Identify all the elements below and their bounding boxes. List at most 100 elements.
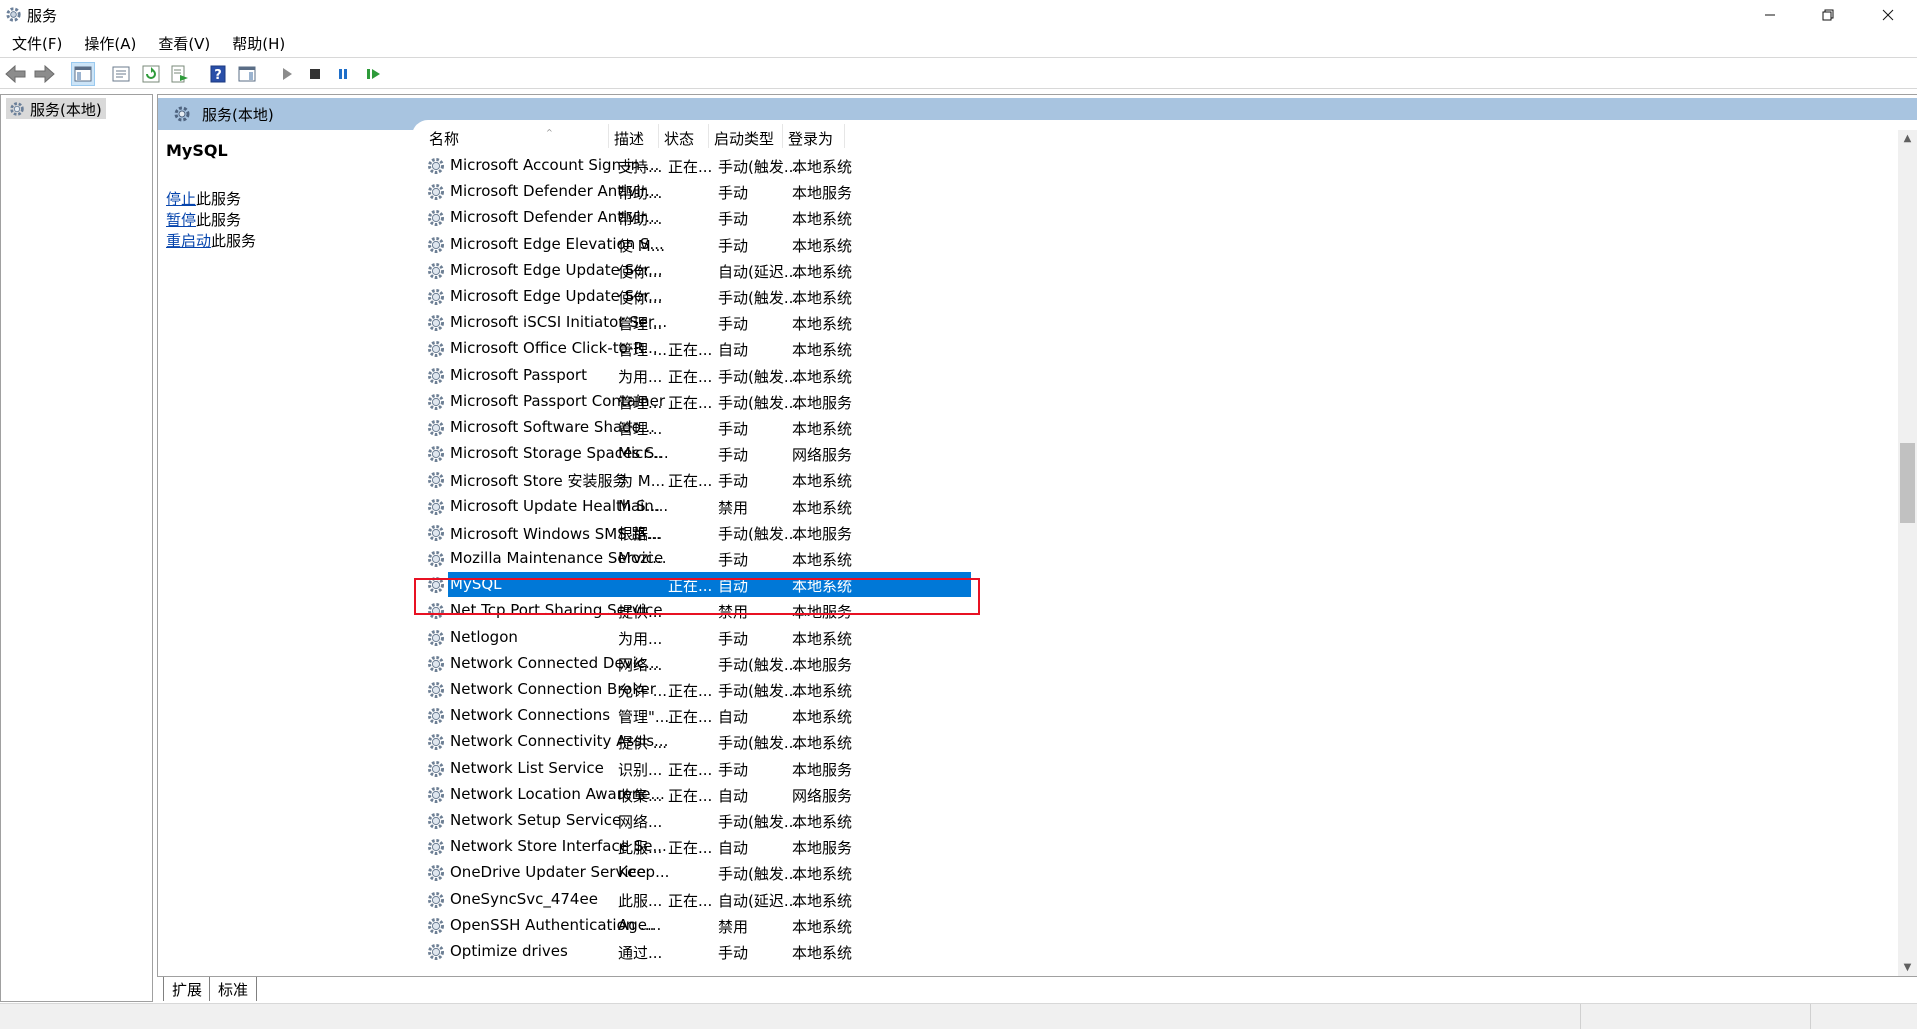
forward-button[interactable]: [32, 62, 56, 86]
table-row[interactable]: Network Connectivity Assis... 提供 ... 手动(触发…: [412, 729, 972, 755]
menu-action[interactable]: 操作(A): [72, 31, 146, 55]
restart-service-button[interactable]: [361, 62, 385, 86]
start-service-button[interactable]: [275, 62, 299, 86]
cell-description: 此服...: [618, 891, 663, 910]
service-gear-icon: [428, 944, 444, 960]
pause-service-suffix: 此服务: [196, 211, 242, 229]
column-separator[interactable]: [782, 124, 783, 148]
cell-description: 管理"...: [618, 708, 670, 727]
column-separator[interactable]: [708, 124, 709, 148]
service-gear-icon: [428, 655, 444, 672]
stop-service-button[interactable]: [303, 62, 327, 86]
cell-description: Main...: [618, 496, 669, 515]
tab-standard[interactable]: 标准: [209, 977, 258, 1001]
cell-logon-as: 本地系统: [792, 498, 853, 517]
pause-service-button[interactable]: [331, 62, 355, 86]
action-pane-button[interactable]: [235, 62, 259, 86]
table-row[interactable]: Microsoft Passport 为用... 正在... 手动(触发... 本地系统: [412, 363, 972, 389]
column-header-logon-as[interactable]: 登录为: [788, 128, 833, 150]
service-gear-icon: [428, 629, 444, 646]
stop-service-link[interactable]: 停止: [166, 190, 196, 208]
column-header-name[interactable]: 名称 ^: [429, 128, 553, 150]
table-row[interactable]: Network List Service 识别... 正在... 手动 本地服务: [412, 756, 972, 782]
refresh-button[interactable]: [139, 62, 163, 86]
menu-file[interactable]: 文件(F): [0, 31, 72, 55]
stop-service-suffix: 此服务: [196, 190, 242, 208]
table-row[interactable]: Microsoft Passport Container 管理... 正在... 手动…: [412, 389, 972, 415]
cell-startup-type: 手动(触发...: [718, 524, 799, 543]
table-row[interactable]: Microsoft iSCSI Initiator Ser... 管理... 手动本…: [412, 310, 972, 336]
service-gear-icon: [428, 786, 444, 803]
table-row[interactable]: Microsoft Software Shado... 管理... 手动 本地系统: [412, 415, 972, 441]
pause-service-link[interactable]: 暂停: [166, 211, 196, 229]
cell-startup-type: 手动(触发...: [718, 734, 799, 753]
cell-startup-type: 手动: [718, 551, 749, 569]
table-row[interactable]: OneDrive Updater Service Keep... 手动(触发... 本…: [412, 860, 972, 886]
service-gear-icon: [428, 262, 444, 279]
table-row[interactable]: Microsoft Edge Elevation S... 使 M... 手动 本地系…: [412, 232, 972, 258]
table-row[interactable]: Microsoft Defender Antivir... 帮助... 手动 本地系统: [412, 205, 972, 231]
column-header-status[interactable]: 状态: [664, 128, 694, 150]
table-row[interactable]: Microsoft Edge Update Ser... 使你... 自动(延迟..…: [412, 258, 972, 284]
table-row[interactable]: Network Connections 管理"... 正在... 自动 本地系统: [412, 703, 972, 729]
show-hide-console-tree-button[interactable]: [71, 62, 95, 86]
cell-startup-type: 手动: [718, 944, 749, 962]
minimize-button[interactable]: [1741, 0, 1799, 29]
cell-logon-as: 本地服务: [792, 760, 853, 779]
table-row[interactable]: Microsoft Defender Antivir... 帮助... 手动 本地服务: [412, 179, 972, 205]
service-gear-icon: [428, 341, 444, 358]
table-row[interactable]: Microsoft Windows SMS 路... 根据... 手动(触发... 本…: [412, 520, 972, 546]
table-row[interactable]: Microsoft Edge Update Ser... 使你... 手动(触发..…: [412, 284, 972, 310]
table-row[interactable]: Network Connection Broker 允许 ... 正在... 手动(触…: [412, 677, 972, 703]
cell-logon-as: 本地服务: [792, 393, 853, 412]
restart-service-icon: [367, 69, 380, 79]
column-separator[interactable]: [844, 124, 845, 148]
table-row[interactable]: Mozilla Maintenance Service Mozi... 手动 本地系统: [412, 546, 972, 572]
scrollbar-thumb[interactable]: [1900, 443, 1915, 523]
close-button[interactable]: [1859, 0, 1917, 29]
cell-status: 正在...: [668, 393, 713, 412]
cell-name: Network Setup Service: [450, 811, 622, 829]
service-gear-icon: [428, 289, 444, 305]
service-gear-icon: [428, 393, 444, 410]
column-separator[interactable]: [658, 124, 659, 148]
column-separator[interactable]: [608, 124, 609, 148]
scroll-down-arrow-icon[interactable]: ▼: [1898, 959, 1917, 976]
menu-view[interactable]: 查看(V): [146, 31, 220, 55]
help-button[interactable]: ?: [206, 62, 230, 86]
column-header-startup-type[interactable]: 启动类型: [714, 128, 774, 150]
restore-button[interactable]: [1799, 0, 1857, 29]
back-button[interactable]: [4, 62, 28, 86]
cell-logon-as: 本地系统: [792, 367, 853, 386]
table-row[interactable]: Microsoft Account Sign-in ... 支持... 正在... 手…: [412, 153, 972, 179]
export-list-button[interactable]: [168, 62, 192, 86]
cell-startup-type: 手动: [718, 472, 749, 491]
cell-startup-type: 手动(触发...: [718, 655, 799, 674]
cell-logon-as: 本地系统: [792, 813, 853, 831]
table-row[interactable]: Network Store Interface Se... 此服... 正在... 自…: [412, 834, 972, 860]
table-row[interactable]: Microsoft Update Health S... Main... 禁用 本地系…: [412, 494, 972, 520]
tab-extended[interactable]: 扩展: [163, 977, 210, 1001]
table-row[interactable]: Network Setup Service 网络... 手动(触发... 本地系统: [412, 808, 972, 834]
stop-service-line: 停止此服务: [166, 188, 241, 209]
table-row[interactable]: OpenSSH Authentication ... Age... 禁用 本地系统: [412, 913, 972, 939]
table-row[interactable]: Network Connected Devic... 网络... 手动(触发... 本…: [412, 651, 972, 677]
cell-logon-as: 网络服务: [792, 446, 853, 465]
table-row[interactable]: Microsoft Storage Spaces S... Micr... 手动 网络…: [412, 441, 972, 467]
vertical-scrollbar[interactable]: ▲ ▼: [1898, 130, 1917, 976]
table-row[interactable]: Network Location Awarene... 收集... 正在... 自动网…: [412, 782, 972, 808]
scroll-up-arrow-icon[interactable]: ▲: [1898, 130, 1917, 147]
table-row[interactable]: Microsoft Office Click-to-R... 管理 ... 正在..…: [412, 336, 972, 362]
restart-service-link[interactable]: 重启动: [166, 232, 211, 250]
service-gear-icon: [428, 236, 444, 253]
cell-logon-as: 本地系统: [792, 891, 853, 910]
properties-button[interactable]: [109, 62, 133, 86]
column-header-description[interactable]: 描述: [614, 128, 644, 150]
table-row[interactable]: Netlogon 为用... 手动 本地系统: [412, 625, 972, 651]
table-row[interactable]: OneSyncSvc_474ee 此服... 正在... 自动(延迟... 本地系统: [412, 887, 972, 913]
table-row[interactable]: Microsoft Store 安装服务为 M... 正在... 手动 本地系统: [412, 467, 972, 493]
tree-item-services-local[interactable]: 服务(本地): [6, 98, 106, 119]
table-row[interactable]: Optimize drives 通过... 手动 本地系统: [412, 939, 972, 965]
menu-help[interactable]: 帮助(H): [220, 31, 295, 55]
restore-icon: [1822, 9, 1834, 20]
